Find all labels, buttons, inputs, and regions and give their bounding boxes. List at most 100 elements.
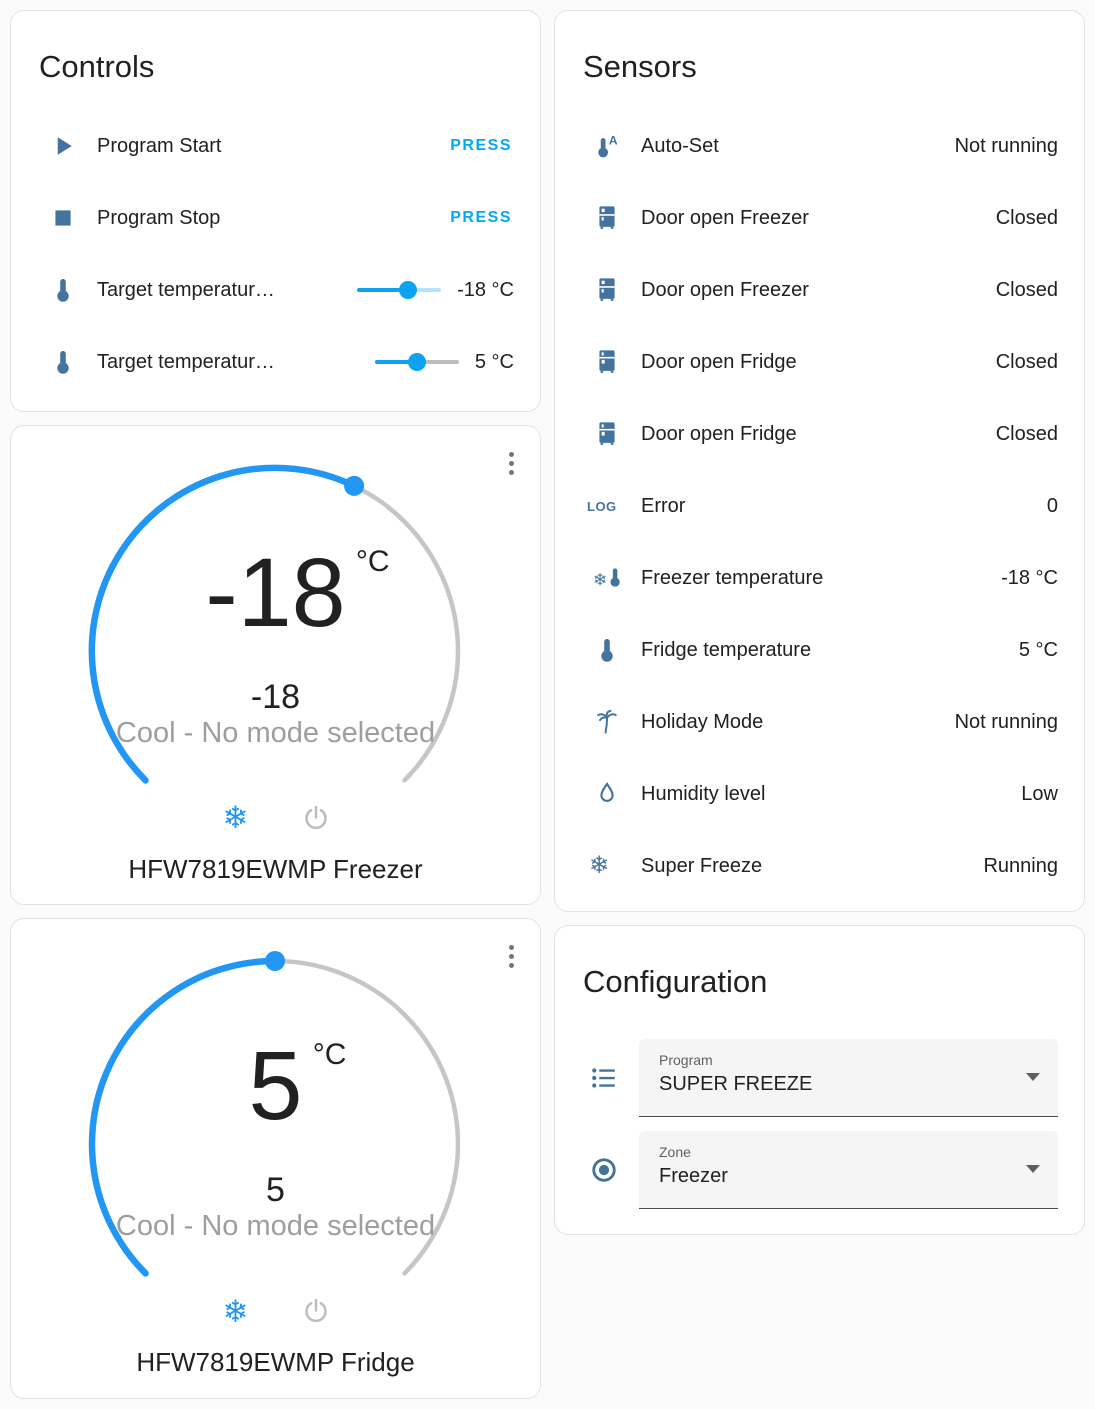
thermometer-auto-icon — [585, 132, 641, 160]
sensors-card: Sensors Auto-Set Not running Door open F… — [554, 10, 1085, 912]
entity-name: HFW7819EWMP Fridge — [136, 1347, 415, 1378]
power-icon — [301, 803, 331, 833]
row-value: Not running — [954, 710, 1058, 733]
play-icon — [41, 132, 97, 160]
log-icon: LOG — [587, 498, 617, 514]
temperature-dial[interactable] — [75, 451, 475, 851]
power-icon — [301, 1296, 331, 1326]
chevron-down-icon — [1026, 1165, 1040, 1173]
configuration-card: Configuration Program SUPER FREEZE Zone … — [554, 925, 1085, 1235]
fridge-bottom-icon — [585, 420, 641, 448]
cool-mode-button[interactable]: ❄ — [219, 801, 253, 835]
dial-knob[interactable] — [265, 951, 285, 972]
slider-knob[interactable] — [399, 281, 418, 299]
row-value: Not running — [954, 134, 1058, 157]
dashboard: Controls Program Start PRESS Program Sto… — [0, 0, 1095, 1409]
row-door-open-freezer-2[interactable]: Door open Freezer Closed — [555, 254, 1084, 326]
more-options-icon[interactable] — [505, 941, 518, 972]
target-temperature-display: -18 °C — [11, 541, 540, 644]
temperature-dial[interactable] — [75, 944, 475, 1344]
target-value: 5 — [248, 1031, 303, 1141]
controls-card: Controls Program Start PRESS Program Sto… — [10, 10, 541, 412]
row-holiday-mode[interactable]: Holiday Mode Not running — [555, 686, 1084, 758]
target-unit: °C — [312, 1038, 347, 1072]
row-value: Closed — [995, 422, 1058, 445]
target-unit: °C — [355, 544, 390, 578]
fridge-bottom-icon — [585, 348, 641, 376]
program-field-row: Program SUPER FREEZE — [581, 1039, 1058, 1117]
sensors-rows: Auto-Set Not running Door open Freezer C… — [555, 110, 1084, 902]
stop-icon — [41, 204, 97, 232]
row-label: Door open Fridge — [641, 422, 797, 445]
row-label: Error — [641, 494, 686, 517]
entity-name: HFW7819EWMP Freezer — [128, 853, 423, 884]
row-value: -18 °C — [1001, 566, 1058, 589]
row-program-stop[interactable]: Program Stop PRESS — [11, 182, 540, 254]
hvac-status: Cool - No mode selected — [115, 716, 436, 749]
program-select[interactable]: Program SUPER FREEZE — [639, 1039, 1058, 1117]
list-icon — [581, 1063, 639, 1093]
row-label: Target temperatur… — [97, 278, 275, 301]
row-fridge-temperature[interactable]: Fridge temperature 5 °C — [555, 614, 1084, 686]
row-value: Low — [1021, 782, 1058, 805]
row-door-open-fridge-2[interactable]: Door open Fridge Closed — [555, 398, 1084, 470]
row-value: Closed — [995, 206, 1058, 229]
row-value: 5 °C — [474, 350, 514, 373]
row-target-temperature-fridge[interactable]: Target temperatur… 5 °C — [11, 326, 540, 398]
chevron-down-icon — [1026, 1073, 1040, 1081]
row-auto-set[interactable]: Auto-Set Not running — [555, 110, 1084, 182]
select-label: Zone — [659, 1144, 691, 1160]
snowflake-icon: ❄ — [222, 800, 249, 836]
row-value: 0 — [1046, 494, 1058, 517]
row-value: Closed — [995, 350, 1058, 373]
select-value: SUPER FREEZE — [659, 1073, 813, 1095]
row-target-temperature-freezer[interactable]: Target temperatur… -18 °C — [11, 254, 540, 326]
row-label: Super Freeze — [641, 854, 763, 877]
thermometer-icon — [41, 348, 97, 376]
target-temperature-display: 5 °C — [11, 1035, 540, 1137]
freezer-thermostat-card: -18 °C -18 Cool - No mode selected ❄ HFW7… — [10, 424, 541, 906]
press-button[interactable]: PRESS — [448, 131, 514, 161]
dial-knob[interactable] — [344, 475, 365, 496]
slider-knob[interactable] — [407, 353, 426, 371]
configuration-card-title: Configuration — [583, 964, 768, 999]
row-value: -18 °C — [457, 278, 514, 301]
row-label: Door open Fridge — [641, 350, 797, 373]
row-label: Door open Freezer — [641, 278, 809, 301]
controls-rows: Program Start PRESS Program Stop PRESS T… — [11, 110, 540, 398]
power-off-mode-button[interactable] — [299, 801, 333, 835]
hvac-modes: ❄ — [11, 1294, 540, 1328]
more-options-icon[interactable] — [505, 448, 518, 479]
water-drop-icon — [585, 780, 641, 808]
row-humidity-level[interactable]: Humidity level Low — [555, 758, 1084, 830]
row-door-open-fridge-1[interactable]: Door open Fridge Closed — [555, 326, 1084, 398]
row-label: Program Start — [97, 134, 222, 157]
row-door-open-freezer-1[interactable]: Door open Freezer Closed — [555, 182, 1084, 254]
zone-field-row: Zone Freezer — [581, 1131, 1058, 1209]
thermometer-icon — [41, 276, 97, 304]
row-value: Closed — [995, 278, 1058, 301]
row-freezer-temperature[interactable]: Freezer temperature -18 °C — [555, 542, 1084, 614]
row-program-start[interactable]: Program Start PRESS — [11, 110, 540, 182]
fridge-top-icon — [585, 276, 641, 304]
current-temperature: 5 — [266, 1171, 285, 1210]
target-temperature-slider[interactable] — [357, 280, 442, 300]
thermometer-icon — [585, 636, 641, 664]
fridge-top-icon — [585, 204, 641, 232]
power-off-mode-button[interactable] — [299, 1294, 333, 1328]
sensors-card-title: Sensors — [583, 49, 697, 84]
target-temperature-slider[interactable] — [374, 352, 459, 372]
target-value: -18 — [205, 537, 346, 647]
zone-select[interactable]: Zone Freezer — [639, 1131, 1058, 1209]
right-column: Sensors Auto-Set Not running Door open F… — [554, 10, 1085, 1399]
cool-mode-button[interactable]: ❄ — [219, 1294, 253, 1328]
row-error[interactable]: LOG Error 0 — [555, 470, 1084, 542]
snowflake-icon: ❄ — [222, 1293, 249, 1329]
hvac-status: Cool - No mode selected — [115, 1210, 436, 1243]
row-value: Running — [983, 854, 1058, 877]
current-temperature: -18 — [250, 677, 301, 716]
left-column: Controls Program Start PRESS Program Sto… — [10, 10, 541, 1399]
press-button[interactable]: PRESS — [448, 203, 514, 233]
row-value: 5 °C — [1018, 638, 1058, 661]
row-super-freeze[interactable]: ❄ Super Freeze Running — [555, 830, 1084, 902]
